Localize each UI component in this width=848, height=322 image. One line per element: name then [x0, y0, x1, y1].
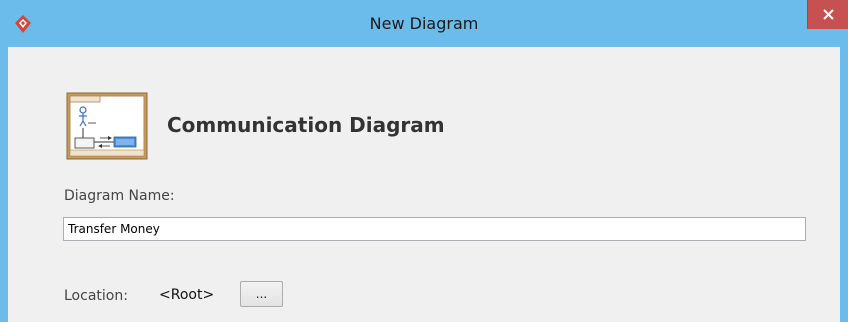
window-border-right: [840, 47, 848, 322]
location-label: Location:: [64, 288, 128, 304]
title-bar[interactable]: New Diagram: [0, 0, 848, 47]
diagram-name-label: Diagram Name:: [64, 188, 175, 204]
diagram-name-input[interactable]: [63, 217, 806, 241]
window-border-left: [0, 47, 8, 322]
communication-diagram-icon: [66, 92, 148, 160]
location-value: <Root>: [159, 287, 215, 303]
dialog-content: Communication Diagram Diagram Name: Loca…: [8, 47, 840, 322]
window-title: New Diagram: [369, 14, 479, 33]
close-icon: [823, 9, 834, 20]
browse-location-button[interactable]: ...: [240, 281, 283, 307]
new-diagram-dialog: New Diagram Communication Diagram Diagra…: [0, 0, 848, 322]
diagram-type-heading: Communication Diagram: [167, 113, 445, 137]
close-button[interactable]: [807, 0, 848, 29]
